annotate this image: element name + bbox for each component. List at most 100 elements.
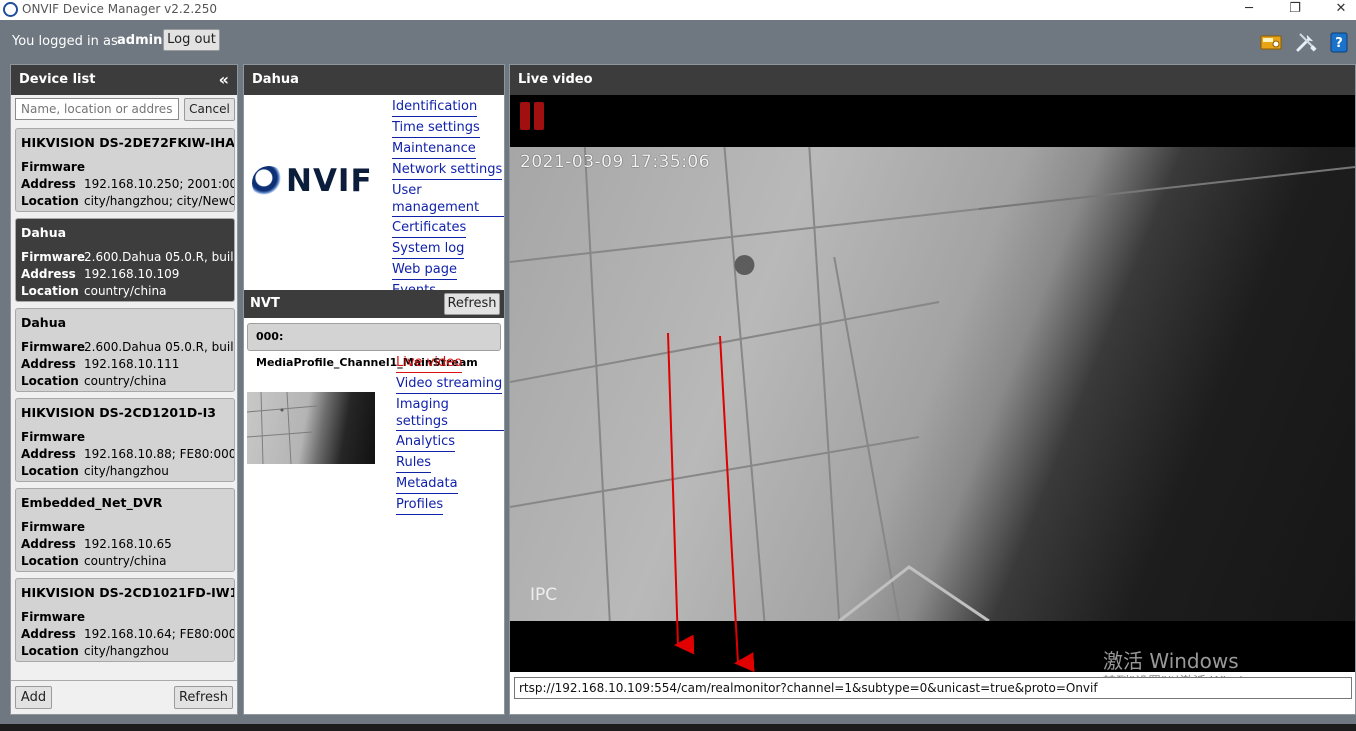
nvt-refresh-button[interactable]: Refresh bbox=[444, 293, 500, 315]
maximize-button[interactable]: ❐ bbox=[1272, 0, 1318, 20]
device-name: Dahua bbox=[21, 315, 67, 330]
onvif-logo-icon bbox=[252, 165, 286, 200]
device-card[interactable]: Dahua Firmware2.600.Dahua 05.0.R, build Ad… bbox=[15, 218, 235, 302]
device-links: Identification Time settings Maintenance Ne… bbox=[392, 98, 504, 303]
link-metadata[interactable]: Metadata bbox=[396, 475, 458, 494]
device-location-label: Location bbox=[21, 464, 79, 478]
pause-icon[interactable] bbox=[520, 102, 544, 130]
device-firmware-row: Firmware2.600.Dahua 05.0.R, build bbox=[21, 249, 234, 266]
link-profiles[interactable]: Profiles bbox=[396, 496, 444, 515]
video-overlay-label: IPC bbox=[530, 585, 558, 605]
thumbnail-tiles bbox=[246, 391, 318, 465]
device-list-header: Device list « bbox=[11, 65, 237, 95]
link-identification[interactable]: Identification bbox=[392, 98, 478, 117]
device-address-row: Address 192.168.10.88; FE80:0000 bbox=[21, 446, 234, 463]
device-search-input[interactable] bbox=[15, 98, 179, 120]
device-location-row: Location city/hangzhou bbox=[21, 463, 229, 480]
device-address-label: Address bbox=[21, 177, 76, 191]
link-time-settings[interactable]: Time settings bbox=[392, 119, 480, 138]
device-firmware-row: Firmware bbox=[21, 609, 229, 626]
device-card[interactable]: Embedded_Net_DVR Firmware Address 192.168.1… bbox=[15, 488, 235, 572]
onvif-logo: NVIF bbox=[252, 163, 373, 200]
device-firmware-value: 2.600.Dahua 05.0.R, build bbox=[84, 340, 235, 354]
device-firmware-row: Firmware bbox=[21, 519, 229, 536]
link-certificates[interactable]: Certificates bbox=[392, 219, 467, 238]
username-label: admin bbox=[117, 33, 163, 48]
device-name: HIKVISION DS-2DE72FKIW-IHAW bbox=[21, 135, 235, 150]
collapse-icon[interactable]: « bbox=[219, 65, 229, 95]
device-firmware-label: Firmware bbox=[21, 610, 85, 624]
device-address-value: 192.168.10.64; FE80:0000 bbox=[84, 627, 235, 641]
link-video-streaming[interactable]: Video streaming bbox=[396, 375, 503, 394]
device-address-label: Address bbox=[21, 447, 76, 461]
link-imaging-settings[interactable]: Imaging settings bbox=[396, 396, 504, 431]
logout-button[interactable]: Log out bbox=[163, 29, 220, 51]
device-list-title: Device list bbox=[19, 72, 96, 87]
top-bar: You logged in as admin Log out ? bbox=[0, 20, 1356, 62]
device-card[interactable]: HIKVISION DS-2DE72FKIW-IHAW Firmware Addre… bbox=[15, 128, 235, 212]
device-location-label: Location bbox=[21, 644, 79, 658]
device-location-value: city/hangzhou bbox=[84, 644, 169, 658]
device-firmware-label: Firmware bbox=[21, 160, 85, 174]
debug-icon[interactable] bbox=[1260, 31, 1282, 53]
nvt-title: NVT bbox=[250, 296, 280, 311]
device-name: HIKVISION DS-2CD1021FD-IW1 bbox=[21, 585, 235, 600]
link-network-settings[interactable]: Network settings bbox=[392, 161, 503, 180]
device-firmware-value: 2.600.Dahua 05.0.R, build bbox=[84, 250, 235, 264]
minimize-button[interactable]: ─ bbox=[1226, 0, 1272, 20]
device-address-label: Address bbox=[21, 357, 76, 371]
device-address-value: 192.168.10.65 bbox=[84, 537, 172, 551]
device-list-panel: Device list « Cancel HIKVISION DS-2DE72F… bbox=[10, 64, 238, 715]
media-profile-item[interactable]: 000: MediaProfile_Channel1_MainStream bbox=[247, 323, 501, 369]
link-user-management[interactable]: User management bbox=[392, 182, 504, 217]
device-location-row: Location country/china bbox=[21, 553, 229, 570]
logged-in-text: You logged in as bbox=[12, 34, 118, 49]
device-address-row: Address 192.168.10.109 bbox=[21, 266, 229, 283]
stream-url-field[interactable] bbox=[514, 677, 1352, 699]
add-device-button[interactable]: Add bbox=[15, 686, 52, 709]
device-address-row: Address 192.168.10.64; FE80:0000 bbox=[21, 626, 234, 643]
video-scene bbox=[510, 147, 1355, 621]
device-location-value: city/hangzhou bbox=[84, 464, 169, 478]
live-video-title: Live video bbox=[510, 65, 1355, 95]
link-system-log[interactable]: System log bbox=[392, 240, 465, 259]
device-location-value: city/hangzhou; city/NewC bbox=[84, 194, 235, 208]
video-thumbnail[interactable] bbox=[246, 391, 375, 465]
device-name: Dahua bbox=[21, 225, 67, 240]
device-firmware-label: Firmware bbox=[21, 520, 85, 534]
live-video-panel: Live video 2021-03-09 17:35:06 IPC 激活 Wi… bbox=[509, 64, 1356, 715]
device-location-row: Location city/hangzhou; city/NewC bbox=[21, 193, 234, 210]
settings-tools-icon[interactable] bbox=[1295, 31, 1317, 53]
link-web-page[interactable]: Web page bbox=[392, 261, 457, 280]
link-maintenance[interactable]: Maintenance bbox=[392, 140, 476, 159]
window-titlebar: ONVIF Device Manager v2.2.250 ─ ❐ ✕ bbox=[0, 0, 1356, 20]
device-address-label: Address bbox=[21, 537, 76, 551]
os-taskbar bbox=[0, 724, 1356, 731]
device-name: HIKVISION DS-2CD1201D-I3 bbox=[21, 405, 216, 420]
link-rules[interactable]: Rules bbox=[396, 454, 432, 473]
device-address-label: Address bbox=[21, 267, 76, 281]
app-logo-icon bbox=[3, 2, 18, 17]
device-location-row: Location country/china bbox=[21, 283, 229, 300]
device-name: Embedded_Net_DVR bbox=[21, 495, 163, 510]
device-address-value: 192.168.10.250; 2001:000 bbox=[84, 177, 235, 191]
device-address-label: Address bbox=[21, 627, 76, 641]
windows-activation-watermark: 激活 Windows bbox=[1103, 649, 1239, 673]
refresh-devices-button[interactable]: Refresh bbox=[174, 686, 233, 709]
device-detail-title: Dahua bbox=[244, 65, 504, 95]
link-analytics[interactable]: Analytics bbox=[396, 433, 456, 452]
device-card[interactable]: Dahua Firmware2.600.Dahua 05.0.R, build Ad… bbox=[15, 308, 235, 392]
link-live-video[interactable]: Live video bbox=[396, 354, 463, 373]
device-address-value: 192.168.10.88; FE80:0000 bbox=[84, 447, 235, 461]
device-card[interactable]: HIKVISION DS-2CD1021FD-IW1 Firmware Addres… bbox=[15, 578, 235, 662]
device-location-value: country/china bbox=[84, 554, 167, 568]
device-card[interactable]: HIKVISION DS-2CD1201D-I3 Firmware Address 1… bbox=[15, 398, 235, 482]
video-frame[interactable]: 2021-03-09 17:35:06 IPC bbox=[510, 147, 1355, 621]
cancel-button[interactable]: Cancel bbox=[184, 98, 235, 121]
video-toolbar bbox=[510, 95, 1355, 147]
profile-links: Live video Video streaming Imaging setting… bbox=[396, 354, 504, 517]
device-address-row: Address 192.168.10.111 bbox=[21, 356, 229, 373]
device-location-label: Location bbox=[21, 284, 79, 298]
help-icon[interactable]: ? bbox=[1328, 31, 1350, 53]
close-button[interactable]: ✕ bbox=[1318, 0, 1356, 20]
